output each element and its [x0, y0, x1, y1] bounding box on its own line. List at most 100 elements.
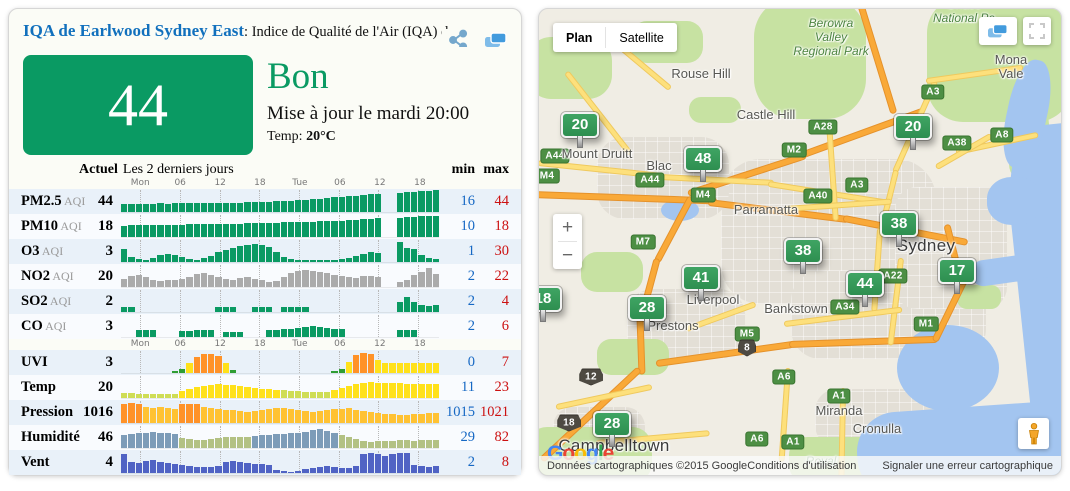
chart-bar [353, 466, 359, 473]
aqi-map-marker-48[interactable]: 48 [684, 146, 722, 172]
chart-bar [252, 223, 258, 237]
chart-bars [121, 240, 439, 262]
road-badge-a38: A38 [942, 136, 971, 151]
aqi-map-marker-38[interactable]: 38 [880, 211, 918, 237]
chart-bars [121, 426, 439, 448]
chart-bar [426, 306, 432, 312]
chart-bar [128, 403, 134, 423]
report-map-error-link[interactable]: Signaler une erreur cartographique [882, 460, 1053, 472]
chart-bar [339, 468, 345, 474]
chart-bar [259, 307, 265, 313]
chart-bar [324, 260, 330, 262]
zoom-in-button[interactable]: + [553, 214, 582, 241]
share-icon[interactable] [448, 29, 470, 47]
road-badge-a1: A1 [827, 389, 850, 404]
chart-bar [186, 331, 192, 337]
chart-bar [194, 387, 200, 398]
chart-bar [128, 257, 134, 263]
chart-bar [244, 223, 250, 237]
chart-bar [288, 472, 294, 473]
row-min-value: 29 [439, 429, 475, 446]
chart-bar [353, 256, 359, 262]
map-type-satellite-button[interactable]: Satellite [606, 23, 676, 52]
row-max-value: 7 [475, 354, 509, 371]
aqi-map-marker-44[interactable]: 44 [846, 271, 884, 297]
chart-bar [426, 384, 432, 398]
chart-bar [128, 225, 134, 237]
chart-bar [404, 415, 410, 423]
copy-icon[interactable] [483, 29, 509, 47]
chart-bar [208, 275, 214, 287]
chart-bars [121, 315, 439, 337]
road-badge-m4: M4 [691, 188, 716, 203]
chart-bar [281, 390, 287, 398]
time-axis-label: 06 [174, 339, 185, 349]
chart-bar [143, 277, 149, 287]
time-axis-label: 12 [214, 339, 225, 349]
terms-of-use-link[interactable]: Conditions d'utilisation [747, 460, 856, 472]
chart-bar [360, 353, 366, 373]
map-panel[interactable]: A44M4A44M4M2A28A3A38A8A3A40M7A22A34M5M18… [538, 8, 1062, 476]
chart-bar [418, 466, 424, 473]
row-sparkline-chart [121, 240, 439, 263]
widget-header: IQA de Earlwood Sydney East: Indice de Q… [9, 19, 521, 47]
aqi-map-marker-20[interactable]: 20 [894, 114, 932, 140]
chart-bar [121, 226, 127, 237]
map-type-plan-button[interactable]: Plan [553, 23, 605, 52]
chart-bar [179, 465, 185, 473]
chart-bar [375, 413, 381, 423]
aqi-map-marker-20[interactable]: 20 [561, 112, 599, 138]
road-badge-a3: A3 [845, 178, 868, 193]
row-label: CO AQI [21, 318, 79, 335]
chart-bar [302, 200, 308, 212]
chart-bar [266, 223, 272, 237]
aqi-map-marker-28[interactable]: 28 [593, 411, 631, 437]
chart-bar [273, 390, 279, 398]
chart-bar [230, 437, 236, 448]
chart-bar [237, 246, 243, 262]
chart-bar [201, 440, 207, 448]
chart-bar [259, 223, 265, 237]
chart-bar [353, 384, 359, 398]
chart-bar [179, 257, 185, 262]
chart-bar [230, 280, 236, 287]
chart-bar [179, 369, 185, 373]
chart-bar [128, 393, 134, 398]
chart-bar [317, 327, 323, 337]
aqi-map-marker-28[interactable]: 28 [628, 295, 666, 321]
chart-bar [339, 435, 345, 448]
chart-bar [194, 260, 200, 262]
aqi-map-marker-41[interactable]: 41 [682, 265, 720, 291]
chart-bar [411, 441, 417, 448]
chart-bar [310, 260, 316, 262]
chart-bar [194, 440, 200, 448]
row-max-value: 23 [475, 379, 509, 396]
chart-bar [121, 307, 127, 313]
chart-bar [128, 462, 134, 473]
aqi-table-row-so2: SO2 AQI224 [9, 289, 521, 314]
chart-bar [157, 255, 163, 262]
chart-bar [404, 280, 410, 287]
chart-bar [150, 330, 156, 337]
chart-bar [288, 273, 294, 287]
aqi-map-marker-17[interactable]: 17 [938, 258, 976, 284]
chart-bar [165, 225, 171, 237]
row-label: O3 AQI [21, 243, 79, 260]
zoom-out-button[interactable]: − [553, 242, 582, 269]
aqi-map-marker-18[interactable]: 18 [538, 286, 562, 312]
pegman-button[interactable] [1018, 418, 1049, 449]
chart-bar [433, 305, 439, 312]
road-badge-m4: M4 [538, 169, 559, 184]
aqi-map-marker-38[interactable]: 38 [784, 238, 822, 264]
chart-bar [288, 259, 294, 262]
time-axis-label: 12 [374, 178, 385, 188]
chart-bar [295, 307, 301, 313]
chart-bar [281, 408, 287, 423]
copy-map-button[interactable] [979, 17, 1017, 45]
road-badge-a28: A28 [808, 120, 837, 135]
table-header: Actuel Les 2 derniers jours min max [9, 161, 521, 178]
row-min-value: 16 [439, 193, 475, 210]
chart-bar [418, 272, 424, 287]
chart-bar [266, 435, 272, 448]
fullscreen-button[interactable] [1023, 17, 1051, 45]
